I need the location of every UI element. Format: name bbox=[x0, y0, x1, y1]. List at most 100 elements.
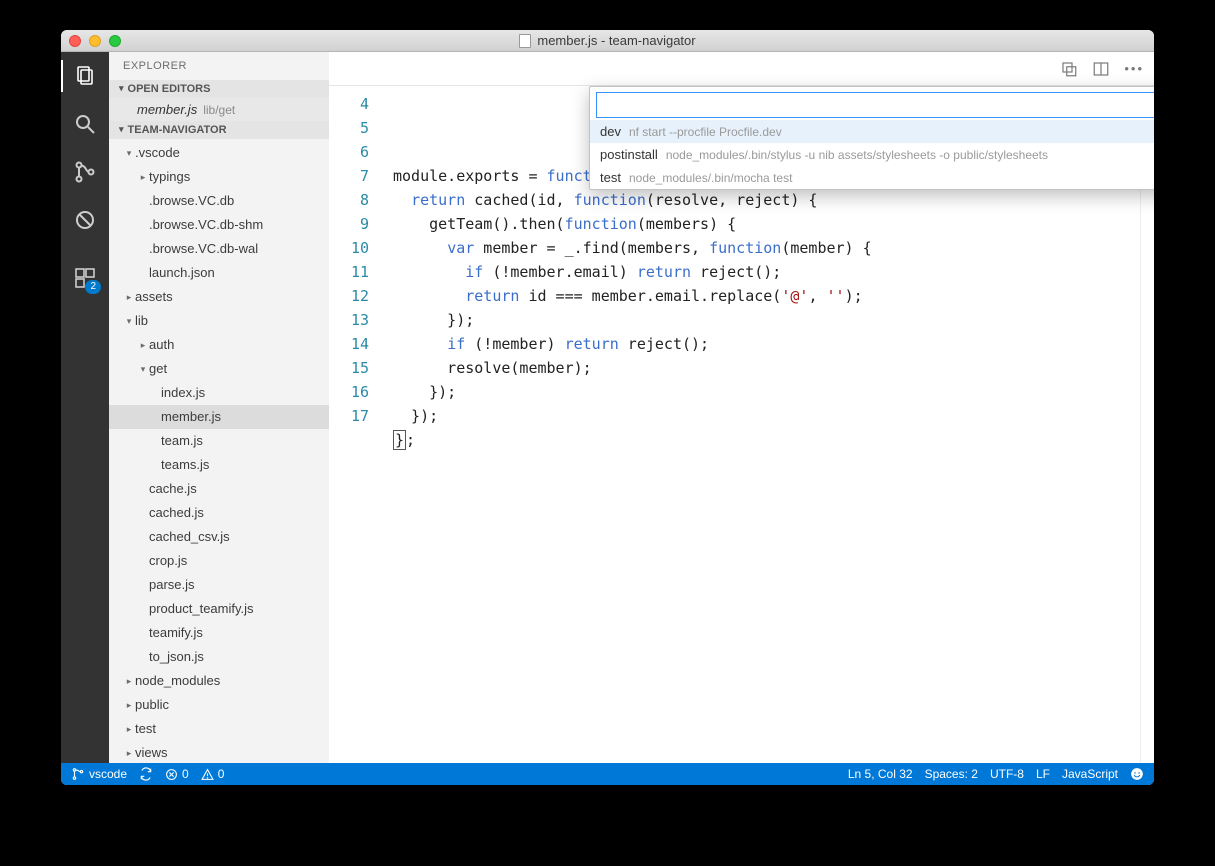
tree-item[interactable]: parse.js bbox=[109, 573, 329, 597]
project-header[interactable]: ▾ TEAM-NAVIGATOR bbox=[109, 121, 329, 139]
tree-item[interactable]: ▸typings bbox=[109, 165, 329, 189]
tree-item[interactable]: ▸test bbox=[109, 717, 329, 741]
tree-item-label: team.js bbox=[161, 431, 203, 451]
search-icon[interactable] bbox=[71, 110, 99, 138]
warnings-count[interactable]: 0 bbox=[201, 767, 225, 781]
encoding[interactable]: UTF-8 bbox=[990, 767, 1024, 781]
chevron-icon: ▸ bbox=[137, 335, 149, 355]
tree-item[interactable]: ▸node_modules bbox=[109, 669, 329, 693]
activity-bar: 2 bbox=[61, 52, 109, 763]
show-references-icon[interactable] bbox=[1060, 60, 1078, 78]
tree-item-label: .vscode bbox=[135, 143, 180, 163]
chevron-icon: ▾ bbox=[137, 359, 149, 379]
tree-item[interactable]: cached.js bbox=[109, 501, 329, 525]
tree-item-label: get bbox=[149, 359, 167, 379]
titlebar: member.js - team-navigator bbox=[61, 30, 1154, 52]
tree-item-label: to_json.js bbox=[149, 647, 204, 667]
tree-item[interactable]: cached_csv.js bbox=[109, 525, 329, 549]
chevron-icon: ▸ bbox=[123, 719, 135, 739]
tree-item[interactable]: index.js bbox=[109, 381, 329, 405]
tree-item[interactable]: cache.js bbox=[109, 477, 329, 501]
task-picker-item[interactable]: postinstall node_modules/.bin/stylus -u n… bbox=[590, 143, 1154, 166]
tree-item-label: typings bbox=[149, 167, 190, 187]
file-icon bbox=[519, 34, 531, 48]
tree-item[interactable]: ▾get bbox=[109, 357, 329, 381]
window-title: member.js - team-navigator bbox=[61, 33, 1154, 48]
file-tree: ▾.vscode▸typings.browse.VC.db.browse.VC.… bbox=[109, 139, 329, 763]
errors-count[interactable]: 0 bbox=[165, 767, 189, 781]
extensions-badge: 2 bbox=[85, 280, 101, 294]
tree-item[interactable]: launch.json bbox=[109, 261, 329, 285]
tree-item[interactable]: .browse.VC.db-shm bbox=[109, 213, 329, 237]
tree-item[interactable]: ▾.vscode bbox=[109, 141, 329, 165]
chevron-icon: ▸ bbox=[123, 671, 135, 691]
tree-item-label: launch.json bbox=[149, 263, 215, 283]
language-mode[interactable]: JavaScript bbox=[1062, 767, 1118, 781]
task-detail: node_modules/.bin/mocha test bbox=[629, 171, 792, 185]
chevron-icon: ▸ bbox=[137, 167, 149, 187]
tree-item[interactable]: member.js bbox=[109, 405, 329, 429]
chevron-icon: ▾ bbox=[123, 143, 135, 163]
debug-icon[interactable] bbox=[71, 206, 99, 234]
task-label: postinstall bbox=[600, 147, 658, 162]
tree-item[interactable]: product_teamify.js bbox=[109, 597, 329, 621]
explorer-panel: EXPLORER ▾ OPEN EDITORS member.js lib/ge… bbox=[109, 52, 329, 763]
cursor-position[interactable]: Ln 5, Col 32 bbox=[848, 767, 913, 781]
tree-item[interactable]: ▸public bbox=[109, 693, 329, 717]
tree-item[interactable]: teamify.js bbox=[109, 621, 329, 645]
tree-item-label: node_modules bbox=[135, 671, 220, 691]
tree-item[interactable]: .browse.VC.db-wal bbox=[109, 237, 329, 261]
tree-item[interactable]: ▸views bbox=[109, 741, 329, 763]
sync-icon[interactable] bbox=[139, 767, 153, 781]
explorer-icon[interactable] bbox=[71, 62, 99, 90]
split-editor-icon[interactable] bbox=[1092, 60, 1110, 78]
task-picker-input[interactable] bbox=[596, 92, 1154, 118]
eol[interactable]: LF bbox=[1036, 767, 1050, 781]
chevron-icon: ▸ bbox=[123, 695, 135, 715]
open-editor-path: lib/get bbox=[203, 103, 235, 117]
editor-toolbar: ••• bbox=[329, 52, 1154, 86]
tree-item-label: cached.js bbox=[149, 503, 204, 523]
task-picker-item[interactable]: dev nf start --procfile Procfile.dev bbox=[590, 120, 1154, 143]
tree-item-label: assets bbox=[135, 287, 173, 307]
tree-item-label: member.js bbox=[161, 407, 221, 427]
tree-item-label: auth bbox=[149, 335, 174, 355]
tree-item[interactable]: ▸auth bbox=[109, 333, 329, 357]
tree-item-label: lib bbox=[135, 311, 148, 331]
source-control-icon[interactable] bbox=[71, 158, 99, 186]
tree-item[interactable]: team.js bbox=[109, 429, 329, 453]
open-editor-item[interactable]: member.js lib/get bbox=[109, 98, 329, 121]
chevron-down-icon: ▾ bbox=[119, 124, 124, 135]
tree-item-label: teamify.js bbox=[149, 623, 203, 643]
tree-item-label: public bbox=[135, 695, 169, 715]
tree-item-label: .browse.VC.db bbox=[149, 191, 234, 211]
tree-item-label: teams.js bbox=[161, 455, 209, 475]
chevron-icon: ▸ bbox=[123, 287, 135, 307]
app-window: member.js - team-navigator 2 bbox=[61, 30, 1154, 785]
task-picker-item[interactable]: test node_modules/.bin/mocha test bbox=[590, 166, 1154, 189]
line-numbers: 4567891011121314151617 bbox=[329, 86, 383, 763]
tree-item[interactable]: to_json.js bbox=[109, 645, 329, 669]
more-actions-icon[interactable]: ••• bbox=[1124, 61, 1144, 76]
extensions-icon[interactable]: 2 bbox=[71, 264, 99, 292]
open-editor-filename: member.js bbox=[137, 102, 197, 117]
feedback-icon[interactable] bbox=[1130, 767, 1144, 781]
open-editors-header[interactable]: ▾ OPEN EDITORS bbox=[109, 80, 329, 98]
chevron-down-icon: ▾ bbox=[119, 83, 124, 94]
tree-item-label: views bbox=[135, 743, 168, 763]
tree-item[interactable]: ▸assets bbox=[109, 285, 329, 309]
task-label: dev bbox=[600, 124, 621, 139]
indent-setting[interactable]: Spaces: 2 bbox=[925, 767, 978, 781]
chevron-icon: ▸ bbox=[123, 743, 135, 763]
tree-item[interactable]: crop.js bbox=[109, 549, 329, 573]
tree-item-label: cache.js bbox=[149, 479, 197, 499]
task-label: test bbox=[600, 170, 621, 185]
tree-item-label: index.js bbox=[161, 383, 205, 403]
tree-item[interactable]: .browse.VC.db bbox=[109, 189, 329, 213]
tree-item[interactable]: teams.js bbox=[109, 453, 329, 477]
window-title-text: member.js - team-navigator bbox=[537, 33, 695, 48]
task-detail: nf start --procfile Procfile.dev bbox=[629, 125, 782, 139]
task-detail: node_modules/.bin/stylus -u nib assets/s… bbox=[666, 148, 1048, 162]
tree-item[interactable]: ▾lib bbox=[109, 309, 329, 333]
git-branch[interactable]: vscode bbox=[71, 767, 127, 781]
